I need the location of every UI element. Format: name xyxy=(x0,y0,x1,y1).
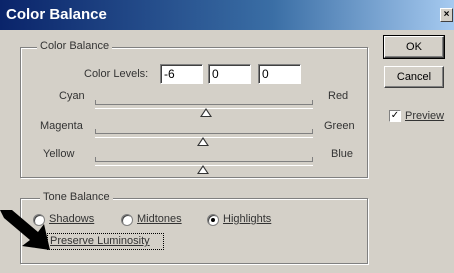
highlights-label[interactable]: Highlights xyxy=(223,213,271,225)
slider-tick xyxy=(312,100,313,104)
slider-yellow-label: Yellow xyxy=(43,148,75,160)
close-icon: × xyxy=(443,9,450,20)
slider-green-label: Green xyxy=(324,120,355,132)
highlights-radio[interactable] xyxy=(207,214,219,226)
cyan-red-slider-thumb[interactable] xyxy=(200,108,212,117)
slider-tick xyxy=(312,129,313,133)
slider-tick xyxy=(95,129,96,133)
close-button[interactable]: × xyxy=(440,8,453,22)
slider-blue-label: Blue xyxy=(331,148,354,160)
color-balance-dialog: Color Balance × Color Balance Color Leve… xyxy=(0,0,454,273)
color-balance-group-title: Color Balance xyxy=(37,40,113,52)
magenta-green-slider-thumb[interactable] xyxy=(197,137,209,146)
midtones-radio[interactable] xyxy=(121,214,133,226)
color-levels-label: Color Levels: xyxy=(84,68,149,80)
slider-red-label: Red xyxy=(328,90,349,102)
level-cyan-red-input[interactable]: -6 xyxy=(160,64,203,84)
level-yellow-blue-input[interactable]: 0 xyxy=(258,64,301,84)
preserve-luminosity-label[interactable]: Preserve Luminosity xyxy=(50,235,150,247)
ok-button[interactable]: OK xyxy=(383,35,445,59)
slider-tick xyxy=(95,100,96,104)
check-icon: ✓ xyxy=(390,110,400,121)
window-title: Color Balance xyxy=(6,6,107,23)
title-bar[interactable]: Color Balance × xyxy=(0,0,454,30)
preview-label[interactable]: Preview xyxy=(405,110,444,122)
shadows-label[interactable]: Shadows xyxy=(49,213,94,225)
tone-balance-group-title: Tone Balance xyxy=(40,191,113,203)
level-magenta-green-input[interactable]: 0 xyxy=(208,64,251,84)
preview-checkbox[interactable]: ✓ xyxy=(389,110,401,122)
yellow-blue-slider-thumb[interactable] xyxy=(197,165,209,174)
slider-tick xyxy=(312,157,313,161)
tone-balance-group xyxy=(20,198,368,264)
arrow-pointer-icon xyxy=(0,210,50,250)
cancel-button[interactable]: Cancel xyxy=(384,66,444,88)
midtones-label[interactable]: Midtones xyxy=(137,213,182,225)
slider-cyan-label: Cyan xyxy=(59,90,85,102)
slider-magenta-label: Magenta xyxy=(40,120,83,132)
slider-tick xyxy=(95,157,96,161)
